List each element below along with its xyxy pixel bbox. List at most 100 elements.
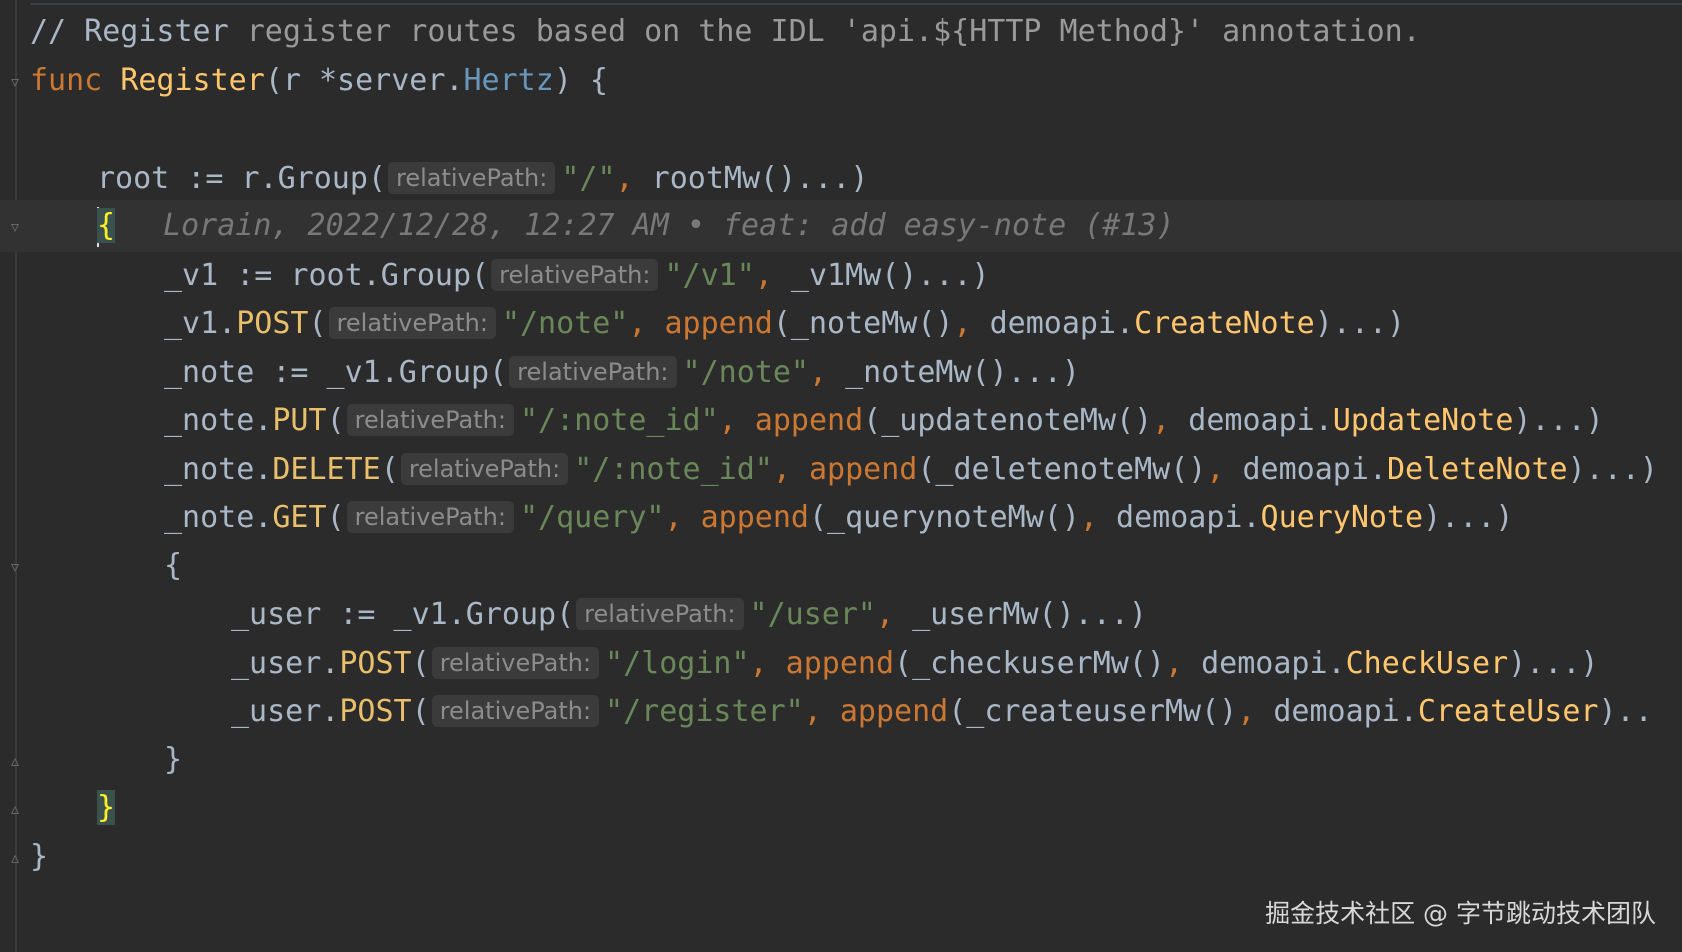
code-line[interactable]: _note := _v1.Group(relativePath: "/note",…: [0, 346, 1682, 398]
code-token: ,: [772, 451, 809, 487]
code-token: _note.: [164, 500, 273, 535]
code-token: "/note": [682, 354, 809, 390]
code-token: demoapi.: [1242, 451, 1387, 487]
code-text: _note.DELETE(relativePath: "/:note_id", a…: [164, 443, 1658, 496]
code-token: Register: [120, 62, 265, 98]
code-line[interactable]: ▿ { Lorain, 2022/12/28, 12:27 AM • feat: a…: [0, 200, 1682, 252]
code-line[interactable]: _user.POST(relativePath: "/register", app…: [0, 685, 1682, 737]
code-token: DELETE: [272, 451, 381, 487]
code-token: UpdateNote: [1332, 403, 1514, 438]
code-token: ,: [1237, 694, 1274, 729]
code-token: func: [30, 62, 121, 98]
code-token: (_updatenoteMw(): [863, 403, 1153, 438]
code-token: ,: [615, 160, 652, 196]
code-token: demoapi.: [1273, 694, 1418, 729]
code-text: _user.POST(relativePath: "/login", append…: [231, 637, 1598, 690]
code-token: "/": [561, 160, 616, 196]
code-token: ,: [1079, 500, 1117, 535]
code-token: "/:note_id": [519, 403, 719, 438]
code-text: _user.POST(relativePath: "/register", app…: [231, 685, 1653, 738]
code-token: _noteMw()...): [845, 354, 1080, 390]
code-line[interactable]: _note.GET(relativePath: "/query", append(…: [0, 491, 1682, 543]
fold-close-icon[interactable]: ▵: [4, 798, 26, 820]
parameter-hint: relativePath:: [346, 501, 514, 533]
code-token: _user.: [231, 694, 340, 729]
code-token: (_createuserMw(): [948, 694, 1238, 729]
fold-open-icon[interactable]: ▿: [4, 216, 26, 238]
code-token: "/v1": [664, 257, 755, 293]
code-token: ,: [1206, 451, 1243, 487]
git-blame-annotation[interactable]: Lorain, 2022/12/28, 12:27 AM • feat: add…: [163, 208, 1174, 243]
code-editor[interactable]: // Register register routes based on the…: [0, 0, 1682, 952]
code-token: )...): [1567, 451, 1658, 487]
code-text: root := r.Group(relativePath: "/", rootMw…: [97, 152, 868, 205]
code-line[interactable]: _v1 := root.Group(relativePath: "/v1", _v…: [0, 249, 1682, 301]
code-token: CreateUser: [1417, 694, 1599, 729]
code-token: ,: [628, 306, 665, 341]
code-token: QueryNote: [1260, 500, 1424, 535]
parameter-hint: relativePath:: [328, 307, 496, 339]
code-line[interactable]: ▵}: [0, 734, 1682, 786]
parameter-hint: relativePath:: [387, 161, 556, 194]
code-text: _note := _v1.Group(relativePath: "/note",…: [164, 346, 1080, 399]
code-token: _user.: [231, 645, 340, 681]
code-text: }: [30, 831, 48, 883]
code-token: _note.: [164, 403, 273, 438]
code-token: demoapi.: [1116, 500, 1261, 535]
code-token: demoapi.: [1188, 403, 1333, 438]
code-text: _v1 := root.Group(relativePath: "/v1", _v…: [164, 249, 990, 302]
parameter-hint: relativePath:: [431, 646, 600, 679]
code-token: append: [754, 403, 864, 438]
parameter-hint: relativePath:: [431, 695, 600, 727]
code-line[interactable]: [0, 103, 1682, 155]
code-token: ,: [875, 597, 913, 632]
code-text: }: [97, 782, 116, 834]
watermark: 掘金技术社区 @ 字节跳动技术团队: [1265, 899, 1656, 928]
code-line[interactable]: _note.PUT(relativePath: "/:note_id", appe…: [0, 394, 1682, 446]
code-token: "/note": [501, 306, 629, 341]
code-token: ,: [749, 645, 786, 681]
code-line[interactable]: ▵}: [0, 782, 1682, 834]
code-token: ,: [803, 694, 840, 729]
fold-open-icon[interactable]: ▿: [4, 556, 26, 578]
parameter-hint: relativePath:: [509, 355, 677, 388]
parameter-hint: relativePath:: [576, 598, 744, 630]
code-token: ,: [664, 500, 701, 535]
code-token: )...): [1423, 500, 1514, 535]
code-text: // Register register routes based on the…: [30, 6, 1421, 58]
fold-close-icon[interactable]: ▵: [4, 847, 26, 869]
code-token: ) {: [553, 62, 608, 98]
code-text: { Lorain, 2022/12/28, 12:27 AM • feat: ad…: [97, 200, 1175, 252]
code-token: "/login": [605, 645, 750, 681]
code-line[interactable]: ▿ func Register(r *server.Hertz) {: [0, 55, 1682, 107]
code-token: register routes based on the IDL 'api.${…: [228, 14, 1421, 49]
code-line[interactable]: _v1.POST(relativePath: "/note", append(_n…: [0, 297, 1682, 349]
code-line[interactable]: _user := _v1.Group(relativePath: "/user",…: [0, 588, 1682, 640]
code-token: )...): [1513, 403, 1604, 438]
code-token: append: [700, 500, 809, 535]
parameter-hint: relativePath:: [346, 404, 514, 436]
code-token: (: [326, 500, 345, 535]
code-token: append: [808, 451, 918, 487]
fold-open-icon[interactable]: ▿: [4, 71, 26, 93]
code-token: _v1.: [164, 306, 237, 341]
code-line[interactable]: _user.POST(relativePath: "/login", append…: [0, 637, 1682, 689]
code-line[interactable]: _note.DELETE(relativePath: "/:note_id", a…: [0, 443, 1682, 495]
code-line[interactable]: ▿{: [0, 540, 1682, 592]
code-text: _note.GET(relativePath: "/query", append(…: [164, 491, 1513, 544]
code-token: )...): [1314, 306, 1406, 341]
code-line[interactable]: // Register register routes based on the…: [0, 6, 1682, 58]
code-line[interactable]: root := r.Group(relativePath: "/", rootMw…: [0, 152, 1682, 204]
code-token: (_noteMw(): [772, 306, 954, 341]
code-token: "/user": [749, 597, 876, 632]
code-line[interactable]: ▵}: [0, 831, 1682, 883]
code-token: {: [97, 208, 116, 243]
code-token: append: [785, 645, 895, 681]
fold-close-icon[interactable]: ▵: [4, 750, 26, 772]
code-token: ,: [953, 306, 990, 341]
code-text: _v1.POST(relativePath: "/note", append(_n…: [164, 297, 1405, 350]
code-token: (_checkuserMw(): [894, 645, 1165, 681]
code-token: _v1Mw()...): [790, 257, 990, 293]
code-token: _note := _v1.Group(: [164, 354, 508, 390]
code-token: }: [164, 741, 183, 777]
